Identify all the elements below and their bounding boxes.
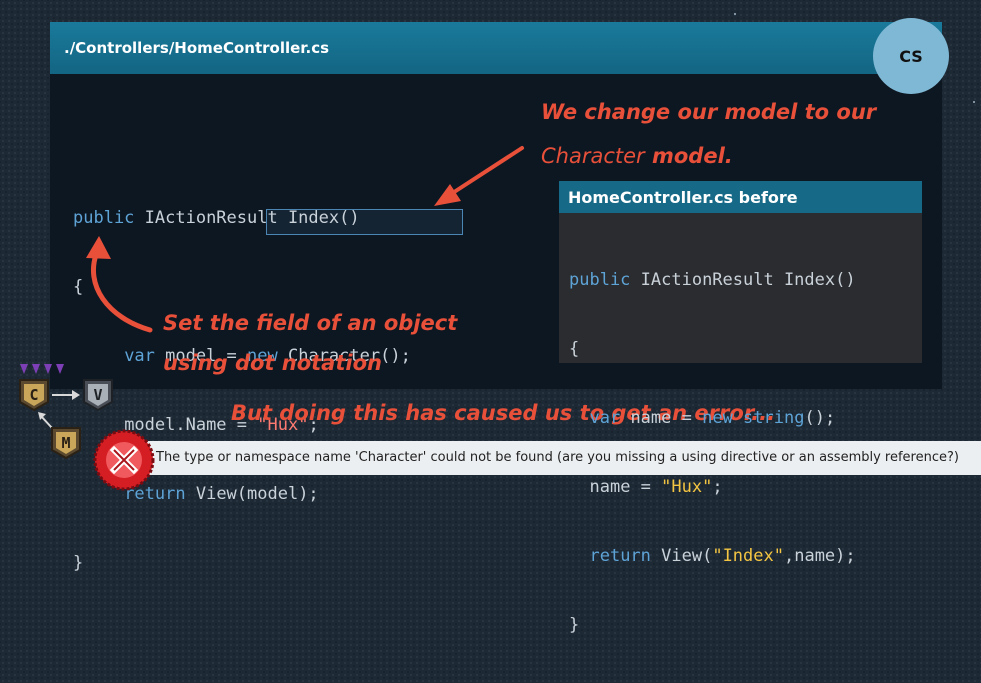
mvc-view-icon: V — [82, 378, 114, 412]
code-line: public IActionResult Index() — [569, 270, 856, 290]
before-header: HomeController.cs before — [559, 181, 922, 213]
code-line: { — [569, 339, 580, 359]
mvc-flags-icon — [20, 364, 64, 374]
error-x-icon — [92, 428, 156, 497]
arrow-c-to-v-icon — [52, 390, 80, 400]
code-line: } — [73, 553, 84, 573]
language-badge: CS — [873, 18, 949, 94]
background-star — [734, 13, 736, 15]
annotation-model-line2: Character model. — [541, 144, 733, 168]
error-message-text: The type or namespace name 'Character' c… — [156, 450, 959, 465]
annotation-field-line1: Set the field of an object — [163, 311, 458, 335]
annotation-model-word: model. — [644, 144, 733, 168]
mvc-controller-icon: C — [18, 378, 50, 412]
error-message-bar: The type or namespace name 'Character' c… — [145, 441, 981, 475]
mvc-c-letter: C — [29, 386, 38, 404]
before-code-box: HomeController.cs before public IActionR… — [559, 181, 922, 635]
code-line: var name = new string(); — [589, 408, 836, 428]
code-line: public IActionResult Index() — [73, 208, 360, 228]
code-line: } — [569, 615, 580, 635]
mvc-v-letter: V — [93, 386, 102, 404]
code-line: { — [73, 277, 84, 297]
annotation-model-line1: We change our model to our — [541, 100, 877, 124]
panel-header: ./Controllers/HomeController.cs — [50, 22, 942, 74]
annotation-field-line2: using dot notation — [163, 351, 382, 375]
mvc-model-icon: M — [50, 426, 82, 460]
file-path-title: ./Controllers/HomeController.cs — [64, 39, 330, 57]
mvc-m-letter: M — [61, 434, 70, 452]
main-code-block: public IActionResult Index() { var model… — [73, 161, 411, 598]
annotation-character-word: Character — [541, 144, 645, 168]
before-title: HomeController.cs before — [568, 188, 798, 207]
code-line: return View("Index",name); — [589, 546, 856, 566]
background-star — [973, 101, 975, 103]
code-line: name = "Hux"; — [589, 477, 723, 497]
